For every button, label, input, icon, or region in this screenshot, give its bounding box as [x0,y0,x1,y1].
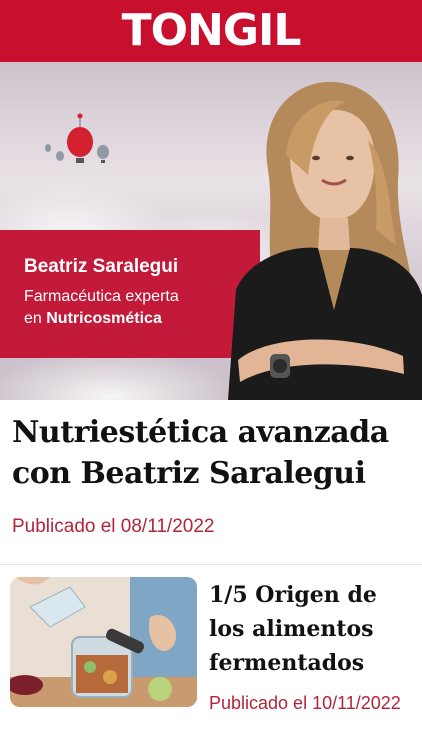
hero-role: Farmacéutica experta en Nutricosmética [24,286,260,330]
hero-role-prefix: en [24,310,47,327]
hero-role-line2: en Nutricosmética [24,308,260,330]
article-thumbnail[interactable] [10,577,197,707]
fermented-vegetables-image [10,577,197,707]
list-article-date: Publicado el 10/11/2022 [209,693,401,713]
hot-air-balloons-icon [45,113,109,163]
hero-role-bold: Nutricosmética [46,310,162,327]
list-article-title[interactable]: 1/5 Origen de los alimentos fermentados [209,578,414,680]
divider [0,564,422,565]
hero-banner[interactable]: Beatriz Saralegui Farmacéutica experta e… [0,62,422,400]
main-article-title[interactable]: Nutriestética avanzada con Beatriz Saral… [12,412,410,494]
portrait-image [228,81,422,400]
tongil-logo[interactable]: TONGIL [122,9,302,53]
hero-role-line1: Farmacéutica experta [24,288,179,305]
hero-name: Beatriz Saralegui [24,256,179,277]
hero-name-band: Beatriz Saralegui Farmacéutica experta e… [0,230,260,358]
top-bar: TONGIL [0,0,422,62]
main-article-date: Publicado el 08/11/2022 [12,516,215,537]
cloud-shape [0,352,240,400]
